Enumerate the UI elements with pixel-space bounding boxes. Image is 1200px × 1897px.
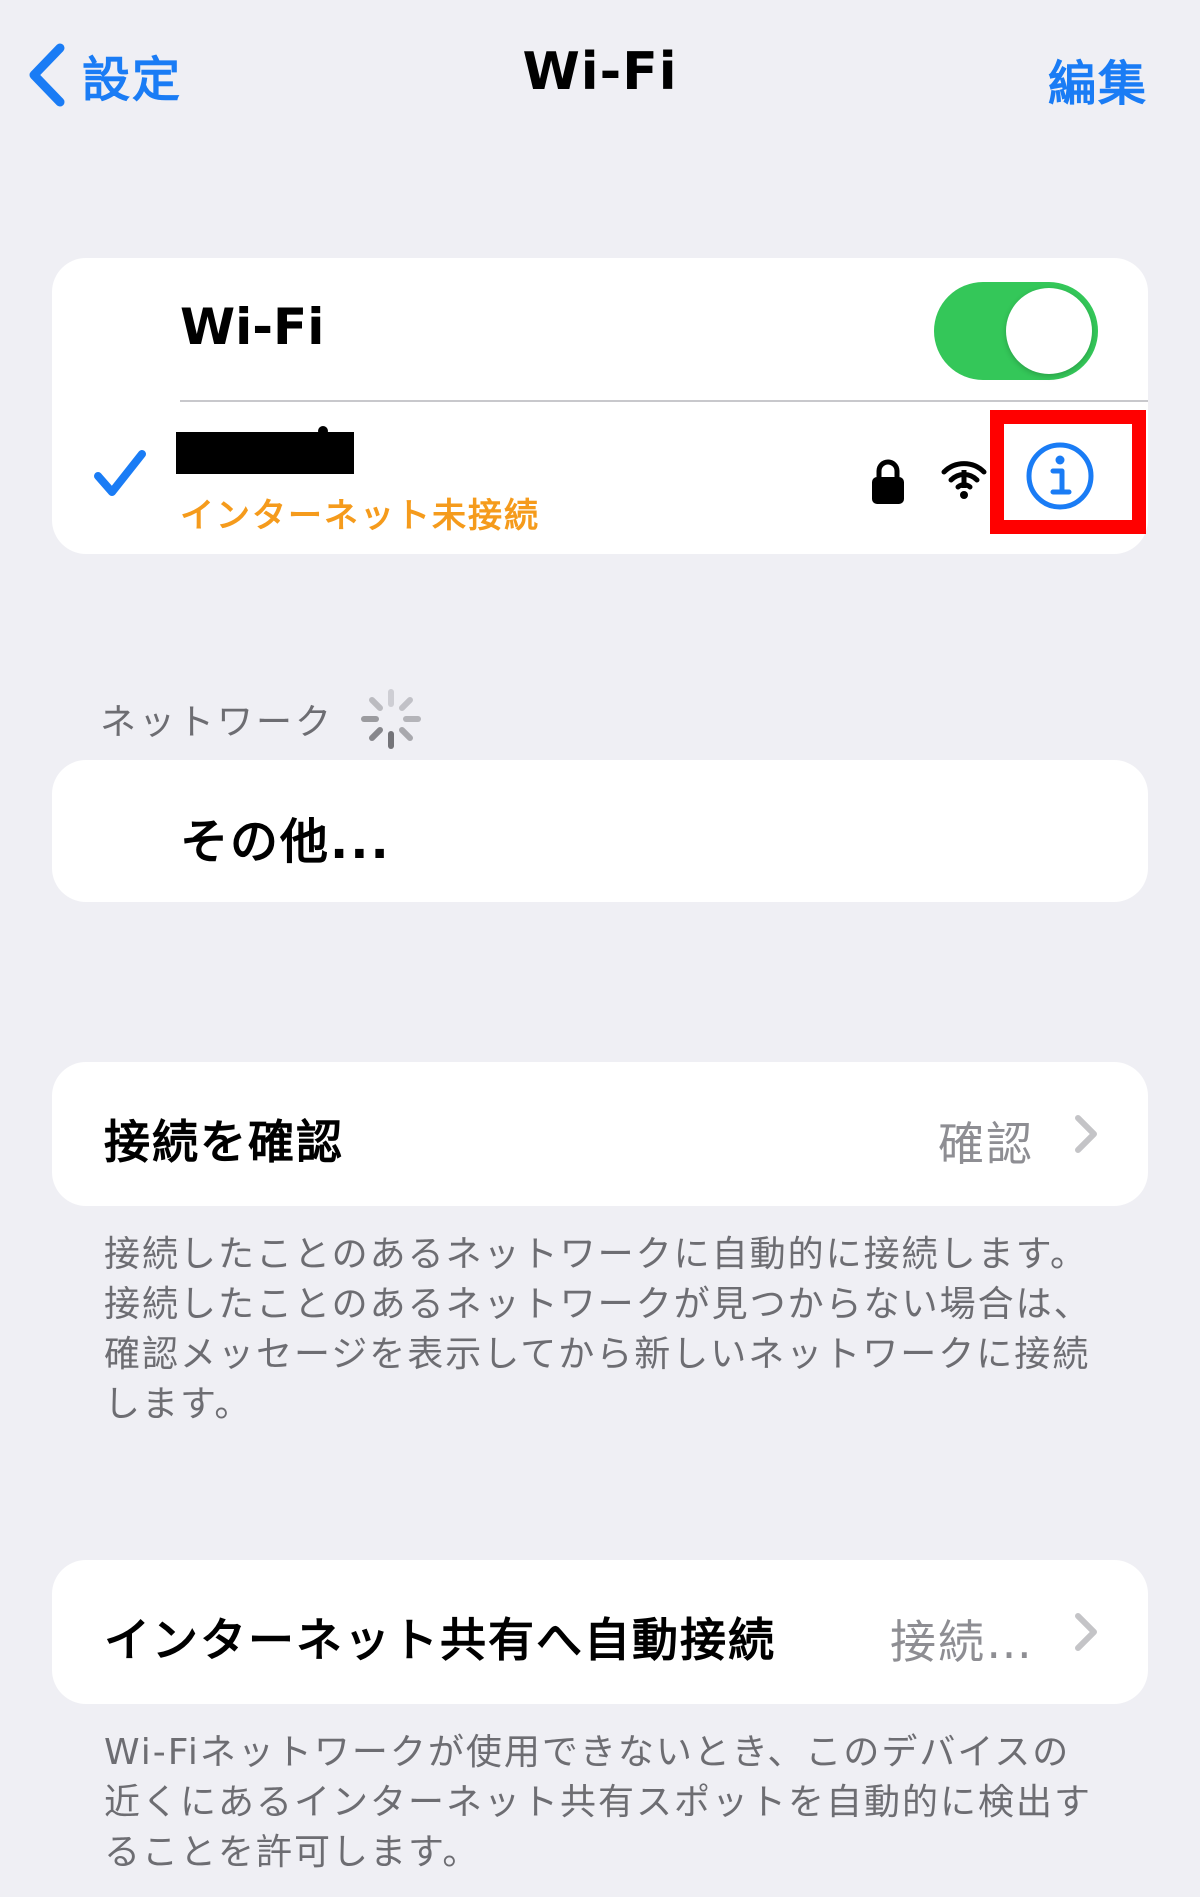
wifi-settings-screen: 設定 Wi-Fi 編集 Wi-Fi インターネット未接続 ネットワーク その他.… bbox=[0, 0, 1200, 1897]
auto-hotspot-label: インターネット共有へ自動接続 bbox=[104, 1613, 776, 1667]
wifi-toggle[interactable] bbox=[934, 282, 1098, 380]
ask-to-join-row[interactable]: 接続を確認 確認 bbox=[52, 1062, 1148, 1206]
network-name-redacted bbox=[176, 426, 354, 474]
network-status: インターネット未接続 bbox=[180, 496, 540, 536]
networks-section-header: ネットワーク bbox=[100, 686, 424, 752]
other-network-label: その他... bbox=[180, 814, 391, 870]
auto-hotspot-value: 接続… bbox=[890, 1615, 1034, 1669]
wifi-toggle-row: Wi-Fi bbox=[52, 258, 1148, 400]
ask-to-join-footer: 接続したことのあるネットワークに自動的に接続します。接続したことのあるネットワー… bbox=[104, 1234, 1092, 1425]
wifi-signal-icon bbox=[941, 461, 987, 499]
loading-spinner-icon bbox=[361, 689, 422, 749]
auto-hotspot-row[interactable]: インターネット共有へ自動接続 接続… bbox=[52, 1560, 1148, 1704]
toggle-knob bbox=[1006, 288, 1092, 374]
networks-header-label: ネットワーク bbox=[100, 702, 335, 743]
other-network-row[interactable]: その他... bbox=[52, 760, 1148, 902]
info-button[interactable] bbox=[1024, 440, 1096, 512]
lock-icon bbox=[872, 459, 904, 504]
auto-hotspot-footer: Wi-Fiネットワークが使用できないとき、このデバイスの近くにあるインターネット… bbox=[104, 1732, 1093, 1873]
navigation-bar: 設定 Wi-Fi 編集 bbox=[0, 0, 1200, 150]
chevron-right-icon bbox=[1075, 1115, 1097, 1153]
ask-to-join-label: 接続を確認 bbox=[104, 1115, 344, 1169]
wifi-card: Wi-Fi インターネット未接続 bbox=[52, 258, 1148, 554]
connected-network-row[interactable]: インターネット未接続 bbox=[52, 402, 1148, 554]
chevron-right-icon bbox=[1075, 1613, 1097, 1651]
wifi-label: Wi-Fi bbox=[180, 298, 325, 356]
ask-to-join-value: 確認 bbox=[938, 1117, 1034, 1171]
page-title: Wi-Fi bbox=[522, 42, 678, 102]
edit-button[interactable]: 編集 bbox=[1048, 44, 1148, 114]
checkmark-icon bbox=[94, 450, 146, 496]
